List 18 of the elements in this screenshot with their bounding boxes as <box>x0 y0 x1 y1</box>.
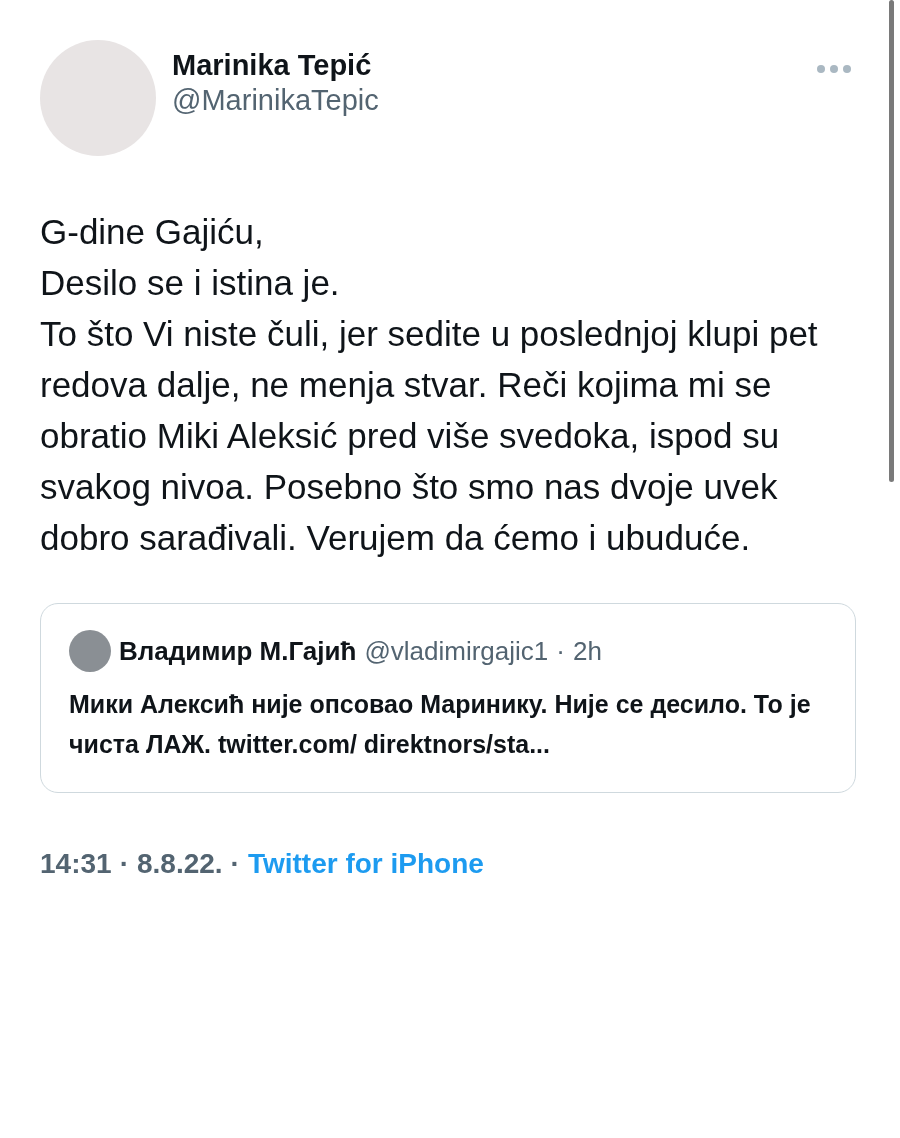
author-handle[interactable]: @MarinikaTepic <box>172 83 379 116</box>
tweet-time: 14:31 <box>40 847 112 881</box>
quoted-tweet-card[interactable]: Владимир М.Гајић @vladimirgajic1 · 2h Мики Алексић није опсовао Маринику. Није се десило. То је чиста ЛАЖ. twitter.com/ direktnors/sta... <box>40 603 856 793</box>
quoted-tweet-time: 2h <box>572 634 602 668</box>
separator-dot: · <box>230 847 240 881</box>
separator-dot: · <box>119 847 129 881</box>
tweet-text-line: To što Vi niste čuli, jer sedite u poslednjoj klupi pet redova dalje, ne menja stvar. Reči kojima mi se obratio Miki Aleksić pred više svedoka, ispod su svakog nivoa. Posebno što smo nas dvoje uvek dobro sarađivali. Verujem da ćemo i ubuduće. <box>40 313 819 559</box>
separator-dot: · <box>556 634 565 668</box>
quoted-avatar-photo-placeholder <box>69 630 111 672</box>
more-options-icon[interactable] <box>816 64 852 74</box>
scrollbar[interactable] <box>889 0 894 482</box>
tweet-date: 8.8.22. <box>136 847 223 881</box>
tweet-text-line: Desilo se i istina je. <box>40 262 341 304</box>
quoted-author-name: Владимир М.Гајић <box>119 634 357 668</box>
tweet-text-line: G-dine Gajiću, <box>40 211 265 253</box>
author-name[interactable]: Marinika Tepić <box>172 49 372 81</box>
quoted-tweet-text: Мики Алексић није опсовао Маринику. Није се десило. То је чиста ЛАЖ. twitter.com/ direktnors/sta... <box>69 689 812 760</box>
quoted-author-handle: @vladimirgajic1 <box>364 634 549 668</box>
